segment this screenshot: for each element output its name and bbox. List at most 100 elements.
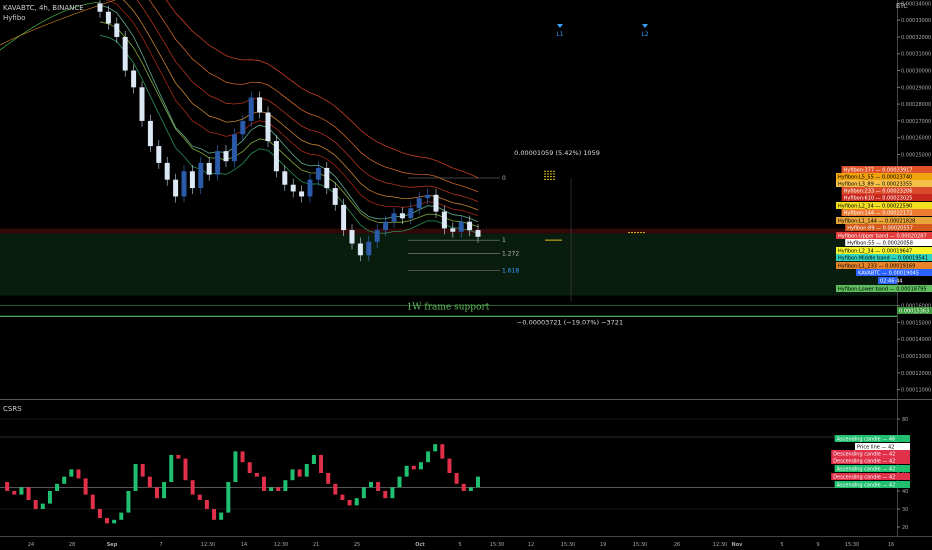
marker-arrow xyxy=(642,24,648,28)
osc-candle xyxy=(90,494,95,509)
osc-candle xyxy=(140,464,145,477)
price-label-text: Hyfibon:L1_144 — 0.00021828 xyxy=(838,219,915,225)
osc-candle xyxy=(461,483,466,491)
marker-label: L1 xyxy=(556,31,563,38)
candle-body xyxy=(391,213,397,222)
osc-candle xyxy=(112,519,117,524)
candle-body xyxy=(114,23,120,37)
osc-candle xyxy=(447,458,452,473)
candle-body xyxy=(425,194,431,199)
fib-ratio-label: 1.618 xyxy=(502,267,519,274)
time-tick-label: 5 xyxy=(458,542,461,548)
osc-candle xyxy=(390,487,395,499)
candle-body xyxy=(156,146,162,163)
osc-tick-label: 40 xyxy=(902,489,908,495)
moving-averages xyxy=(0,0,479,234)
price-tick-label: 0.00013000 xyxy=(901,354,931,360)
candle-body xyxy=(282,171,288,185)
price-tick-label: 0.00033000 xyxy=(901,18,931,24)
time-tick-label: 21 xyxy=(313,542,319,548)
osc-candle xyxy=(418,462,423,470)
resistance-zone xyxy=(0,228,897,234)
candle-body xyxy=(374,230,380,242)
price-label-text: Hyfibon:89 — 0.00020557 xyxy=(847,226,913,232)
osc-candle xyxy=(26,487,31,500)
measure-down-label: −0.00003721 (−19.07%) −3721 xyxy=(517,318,623,326)
candle-body xyxy=(189,171,195,189)
price-label-text: Hyfibon:Middle band — 0.00019541 xyxy=(838,256,928,262)
osc-candle xyxy=(233,451,238,482)
osc-candle xyxy=(169,455,174,482)
osc-candle xyxy=(162,482,167,499)
osc-candle xyxy=(12,491,17,495)
candle-body xyxy=(257,97,263,113)
osc-label-text: Ascending candle — 42 xyxy=(837,483,896,489)
marker-arrow xyxy=(557,24,563,28)
price-tick-label: 0.00011000 xyxy=(901,388,931,394)
candle-body xyxy=(433,194,439,212)
osc-candle xyxy=(319,455,324,473)
osc-candle xyxy=(347,500,352,506)
osc-candle xyxy=(383,491,388,499)
time-tick-label: Nov xyxy=(732,542,744,548)
price-label-text: Hyfibon:233 — 0.00023206 xyxy=(844,189,913,195)
osc-candle xyxy=(62,476,67,484)
osc-candle xyxy=(133,464,138,491)
candle-body xyxy=(215,151,221,175)
osc-candle xyxy=(19,487,24,495)
osc-candle xyxy=(83,478,88,495)
time-tick-label: 15:30 xyxy=(561,542,575,548)
price-tick-label: 0.00030000 xyxy=(901,69,931,75)
candle-body xyxy=(341,204,347,231)
osc-tick-label: 80 xyxy=(902,417,908,423)
ma-line-2 xyxy=(136,0,479,202)
candle-body xyxy=(198,162,204,189)
osc-candle xyxy=(376,482,381,491)
ma-line-3 xyxy=(122,0,479,211)
price-tick-label: 0.00026000 xyxy=(901,136,931,142)
support-zone xyxy=(0,233,897,296)
chart-canvas[interactable]: 1W frame support 0 1 1.272 1.618 0.00001059… xyxy=(0,0,932,550)
candle-body xyxy=(147,120,153,147)
candle-body xyxy=(248,97,254,121)
osc-candle xyxy=(311,455,316,464)
osc-candle xyxy=(97,509,102,518)
osc-candle xyxy=(433,444,438,452)
time-tick-label: 12:30 xyxy=(713,542,727,548)
measure-up-label: 0.00001059 (5.42%) 1059 xyxy=(514,149,600,157)
osc-candle xyxy=(368,482,373,488)
price-label-text: Hyfibon:L1_233 — 0.00019169 xyxy=(838,264,915,270)
ma-line-7 xyxy=(99,4,479,223)
weekly-support-annotation: 1W frame support xyxy=(407,302,490,312)
osc-candle xyxy=(105,518,110,524)
candle-body xyxy=(273,141,279,172)
osc-candle xyxy=(411,465,416,470)
price-label-text: Hyfibon:144 — 0.00022172 xyxy=(844,211,913,217)
time-tick-label: 16 xyxy=(888,542,894,548)
currency-label: BTC xyxy=(896,3,908,10)
time-tick-label: 5 xyxy=(780,542,783,548)
candle-body xyxy=(441,211,447,229)
osc-candle xyxy=(190,480,195,495)
price-tick-label: 0.00025000 xyxy=(901,152,931,158)
zones: 1W frame support xyxy=(0,228,897,317)
price-label-text: 0.00015363 xyxy=(899,309,929,315)
osc-candle xyxy=(468,487,473,491)
candle-body xyxy=(366,241,372,256)
osc-candle xyxy=(76,469,81,479)
time-tick-label: 19 xyxy=(600,542,606,548)
osc-candle xyxy=(183,458,188,481)
price-label-text: Hyfibon:610 — 0.00023025 xyxy=(844,196,913,202)
time-tick-label: Sep xyxy=(107,542,118,548)
osc-candle xyxy=(354,498,359,506)
osc-candle xyxy=(397,476,402,488)
price-label-text: 02:46:44 xyxy=(880,279,902,285)
price-label-text: Hyfibon:55 — 0.00020058 xyxy=(847,241,913,247)
osc-candle xyxy=(240,451,245,463)
oscillator-title: CSRS xyxy=(3,405,22,413)
osc-candle xyxy=(269,487,274,491)
osc-candle xyxy=(340,494,345,500)
osc-candle xyxy=(454,473,459,484)
fib-ratio-label: 0 xyxy=(502,175,506,182)
candle-body xyxy=(290,184,296,192)
